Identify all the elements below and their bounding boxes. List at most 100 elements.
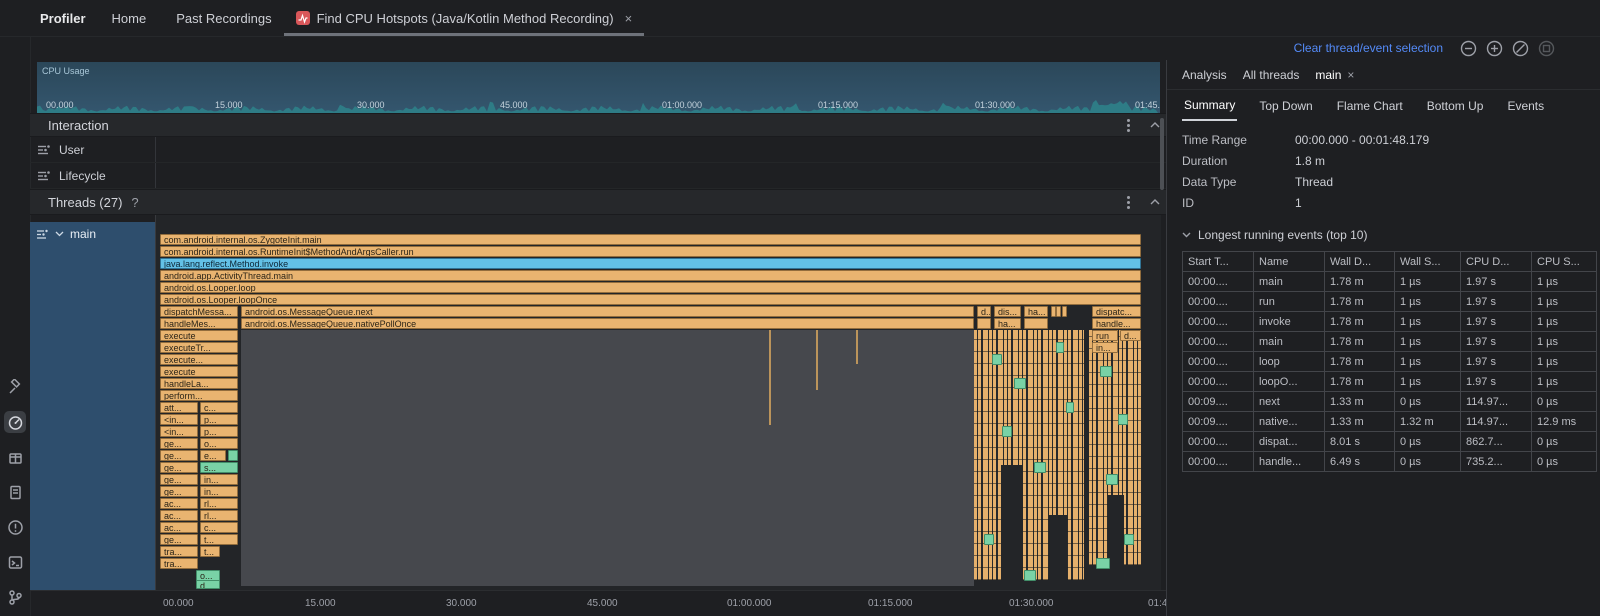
call-bar[interactable] [1014,378,1026,389]
call-bar[interactable]: in... [200,474,238,485]
call-bar[interactable]: rl... [200,510,238,521]
nav-item-home[interactable]: Home [112,11,147,26]
call-bar[interactable]: <in... [160,426,198,437]
call-bar[interactable]: att... [160,402,198,413]
call-bar[interactable] [1062,306,1067,317]
call-bar[interactable]: ge... [160,450,198,461]
call-bar[interactable] [1066,402,1074,413]
column-header[interactable]: Wall S... [1395,252,1461,272]
call-chart[interactable]: com.android.internal.os.ZygoteInit.mainc… [155,215,1161,590]
call-bar[interactable] [977,318,991,329]
call-bar[interactable]: ge... [160,474,198,485]
table-row[interactable]: 00:00....handle...6.49 s0 µs735.2...0 µs [1183,452,1597,472]
call-bar[interactable]: d... [196,580,220,589]
thread-row-main[interactable]: main [30,222,155,246]
nav-item-past-recordings[interactable]: Past Recordings [176,11,271,26]
call-bar[interactable] [1106,474,1118,485]
column-header[interactable]: Wall D... [1325,252,1395,272]
track-row-lifecycle[interactable]: Lifecycle [30,163,1166,189]
call-bar[interactable]: dispatc... [1092,306,1141,317]
analysis-tab-all-threads[interactable]: All threads [1243,68,1300,82]
profiler-icon[interactable] [4,411,26,433]
call-bar[interactable]: android.os.MessageQueue.nativePollOnce [241,318,974,329]
call-bar[interactable]: perform... [160,390,238,401]
track-row-user[interactable]: User [30,137,1166,163]
call-bar[interactable]: run [1092,330,1118,341]
call-bar[interactable] [1034,462,1046,473]
call-bar[interactable]: android.os.Looper.loop [160,282,1141,293]
call-bar[interactable]: in... [200,486,238,497]
table-row[interactable]: 00:00....invoke1.78 m1 µs1.97 s1 µs [1183,312,1597,332]
call-bar[interactable]: execute... [160,354,238,365]
problems-icon[interactable] [4,516,26,538]
call-bar[interactable]: ac... [160,498,198,509]
call-bar[interactable] [1024,570,1036,581]
close-icon[interactable]: × [1347,68,1354,82]
call-bar[interactable]: executeTr... [160,342,238,353]
call-bar[interactable]: ha... [1024,306,1048,317]
table-row[interactable]: 00:00....loop1.78 m1 µs1.97 s1 µs [1183,352,1597,372]
call-bar[interactable]: <in... [160,414,198,425]
call-bar[interactable] [1118,414,1128,425]
version-control-icon[interactable] [4,586,26,608]
call-bar[interactable] [1096,558,1110,569]
collapse-chevron-icon[interactable] [1150,122,1160,128]
table-row[interactable]: 00:09....next1.33 m0 µs114.97...0 µs [1183,392,1597,412]
call-bar[interactable]: execute [160,330,238,341]
call-bar[interactable]: c... [200,522,238,533]
help-icon[interactable]: ? [131,195,138,210]
call-bar[interactable]: s... [200,462,238,473]
kebab-menu-icon[interactable] [1127,201,1130,204]
call-bar[interactable] [1056,342,1064,353]
scrollbar-thumb[interactable] [1160,118,1164,190]
call-bar[interactable]: t... [200,546,220,557]
column-header[interactable]: CPU D... [1461,252,1532,272]
call-bar[interactable]: handleMes... [160,318,238,329]
call-bar[interactable]: ge... [160,486,198,497]
call-bar[interactable]: o... [200,438,238,449]
terminal-icon[interactable] [4,551,26,573]
tab-summary[interactable]: Summary [1182,91,1237,121]
column-header[interactable]: Start T... [1183,252,1254,272]
call-bar[interactable]: tra... [160,546,198,557]
events-section-header[interactable]: Longest running events (top 10) [1182,228,1600,242]
tab-events[interactable]: Events [1505,92,1546,120]
logcat-icon[interactable] [4,481,26,503]
call-bar[interactable]: android.os.MessageQueue.next [241,306,974,317]
build-icon[interactable] [4,376,26,398]
call-bar[interactable] [228,450,238,461]
table-row[interactable]: 00:00....run1.78 m1 µs1.97 s1 µs [1183,292,1597,312]
call-bar[interactable]: d... [977,306,991,317]
call-bar[interactable]: rl... [200,498,238,509]
call-bar[interactable]: p... [200,414,238,425]
call-bar[interactable]: p... [200,426,238,437]
call-bar[interactable]: execute [160,366,238,377]
column-header[interactable]: CPU S... [1532,252,1597,272]
column-header[interactable]: Name [1254,252,1325,272]
session-tab[interactable]: Find CPU Hotspots (Java/Kotlin Method Re… [284,0,645,36]
call-bar[interactable]: ha... [994,318,1021,329]
call-bar[interactable]: handle... [1092,318,1141,329]
call-bar[interactable] [1100,366,1112,377]
call-bar[interactable] [992,354,1002,365]
call-bar[interactable]: com.android.internal.os.RuntimeInit$Meth… [160,246,1141,257]
call-bar[interactable]: dispatchMessa... [160,306,238,317]
call-bar[interactable] [1024,318,1048,329]
tab-bottom-up[interactable]: Bottom Up [1425,92,1486,120]
call-bar[interactable]: d... [1120,330,1141,341]
call-bar[interactable]: handleLa... [160,378,238,389]
call-bar[interactable]: java.lang.reflect.Method.invoke [160,258,1141,269]
call-bar[interactable]: t... [200,534,238,545]
clear-selection-link[interactable]: Clear thread/event selection [1294,41,1443,55]
call-bar[interactable] [1056,306,1061,317]
close-icon[interactable]: × [625,11,633,26]
cpu-usage-track[interactable]: CPU Usage 00.00015.00030.00045.00001:00.… [37,62,1160,113]
table-row[interactable]: 00:00....loopO...1.78 m1 µs1.97 s1 µs [1183,372,1597,392]
call-bar[interactable]: ge... [160,462,198,473]
analysis-tab-main[interactable]: main× [1315,68,1354,82]
call-bar[interactable]: ac... [160,510,198,521]
call-bar[interactable]: android.app.ActivityThread.main [160,270,1141,281]
collapse-chevron-icon[interactable] [1150,199,1160,205]
call-bar[interactable] [1002,426,1012,437]
table-row[interactable]: 00:00....main1.78 m1 µs1.97 s1 µs [1183,332,1597,352]
